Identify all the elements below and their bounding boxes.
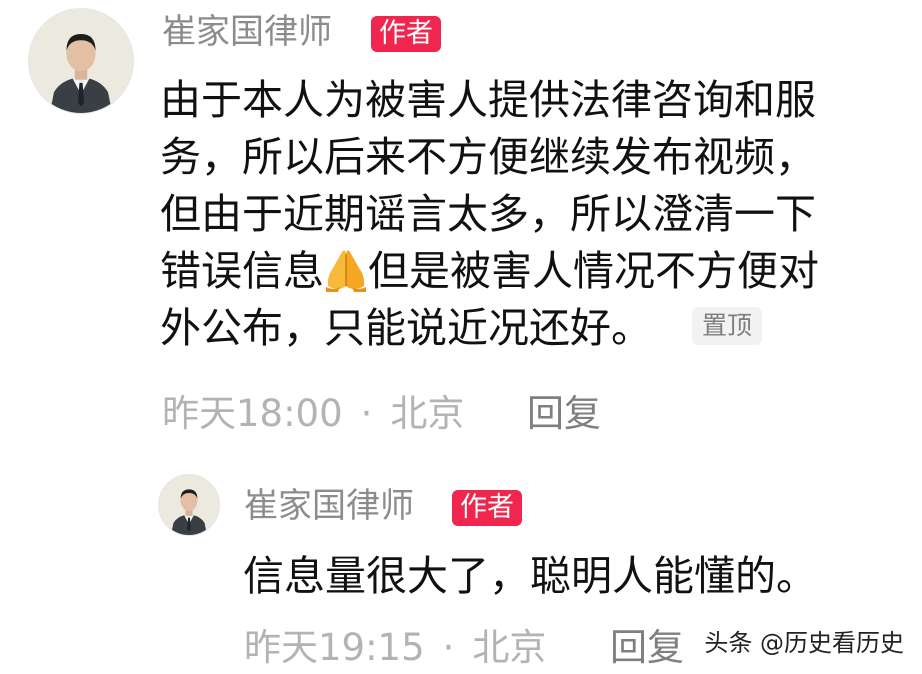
reply-comment-time: 昨天19:15 — [244, 626, 425, 669]
reply-author-badge: 作者 — [452, 490, 522, 526]
reply-comment-body: 信息量很大了，聪明人能懂的。 — [243, 548, 817, 605]
folded-hands-icon — [326, 250, 366, 292]
author-avatar[interactable] — [28, 8, 134, 114]
reply-comment-location: 北京 — [472, 626, 547, 669]
comment-body: 由于本人为被害人提供法律咨询和服 务，所以后来不方便继续发布视频， 但由于近期谣… — [160, 72, 819, 357]
comment-line-part: 错误信息 — [160, 247, 324, 295]
author-badge: 作者 — [371, 16, 441, 52]
comment-location: 北京 — [390, 392, 465, 435]
comment-line: 务，所以后来不方便继续发布视频， — [160, 133, 816, 181]
comment-line: 错误信息 但是被害人情况不方便对 — [160, 243, 819, 300]
author-name[interactable]: 崔家国律师 — [162, 12, 332, 52]
reply-author-name[interactable]: 崔家国律师 — [244, 486, 414, 526]
lawyer-portrait-icon — [29, 9, 133, 113]
reply-comment-reply-button[interactable]: 回复 — [610, 626, 684, 670]
comment-line-part: 外公布，只能说近况还好。 — [160, 304, 652, 352]
source-watermark: 头条 @历史看历史 — [704, 629, 904, 657]
comment-line: 由于本人为被害人提供法律咨询和服 — [160, 76, 816, 124]
meta-separator: · — [360, 392, 373, 435]
comment-thread: 崔家国律师 作者 由于本人为被害人提供法律咨询和服 务，所以后来不方便继续发布视… — [0, 0, 922, 674]
comment-time: 昨天18:00 — [162, 392, 343, 435]
lawyer-portrait-icon — [159, 475, 219, 535]
reply-button[interactable]: 回复 — [527, 392, 601, 436]
comment-line-part: 但是被害人情况不方便对 — [368, 247, 819, 295]
reply-comment-line: 信息量很大了，聪明人能懂的。 — [243, 552, 817, 600]
comment-meta: 昨天18:00 · 北京 — [162, 392, 464, 436]
comment-line: 外公布，只能说近况还好。 置顶 — [160, 300, 819, 357]
reply-comment-meta: 昨天19:15 · 北京 — [244, 626, 546, 670]
meta-separator: · — [442, 626, 455, 669]
reply-author-avatar[interactable] — [158, 474, 220, 536]
comment-line: 但由于近期谣言太多，所以澄清一下 — [160, 190, 816, 238]
pinned-tag: 置顶 — [692, 307, 763, 345]
